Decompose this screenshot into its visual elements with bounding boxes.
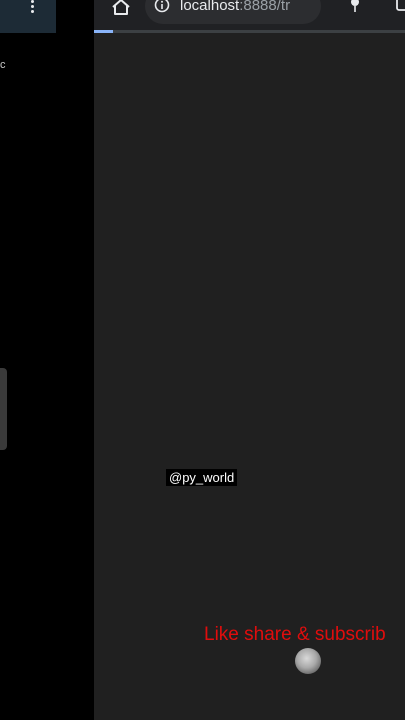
left-panel: c [0,0,94,720]
mic-icon[interactable] [347,0,363,14]
home-icon[interactable] [110,0,132,16]
drag-handle[interactable] [0,368,7,450]
touch-indicator [295,648,321,674]
url-path: :8888/tr [239,0,291,14]
watermark-label: @py_world [166,469,238,486]
url-host: localhost [180,0,240,14]
browser-toolbar: localhost:8888/tr [94,0,405,30]
info-icon[interactable] [154,0,170,13]
kebab-menu-icon[interactable] [28,0,36,14]
address-bar[interactable]: localhost:8888/tr [145,0,321,24]
tab-switcher-icon[interactable] [396,0,405,12]
browser-window: localhost:8888/tr [94,0,405,720]
left-panel-text: c [0,59,6,71]
url-text[interactable]: localhost:8888/tr [180,0,290,14]
page-load-progress [94,30,405,33]
left-top-bar [0,0,56,33]
progress-fill [94,30,113,33]
cta-text: Like share & subscrib [204,624,386,645]
